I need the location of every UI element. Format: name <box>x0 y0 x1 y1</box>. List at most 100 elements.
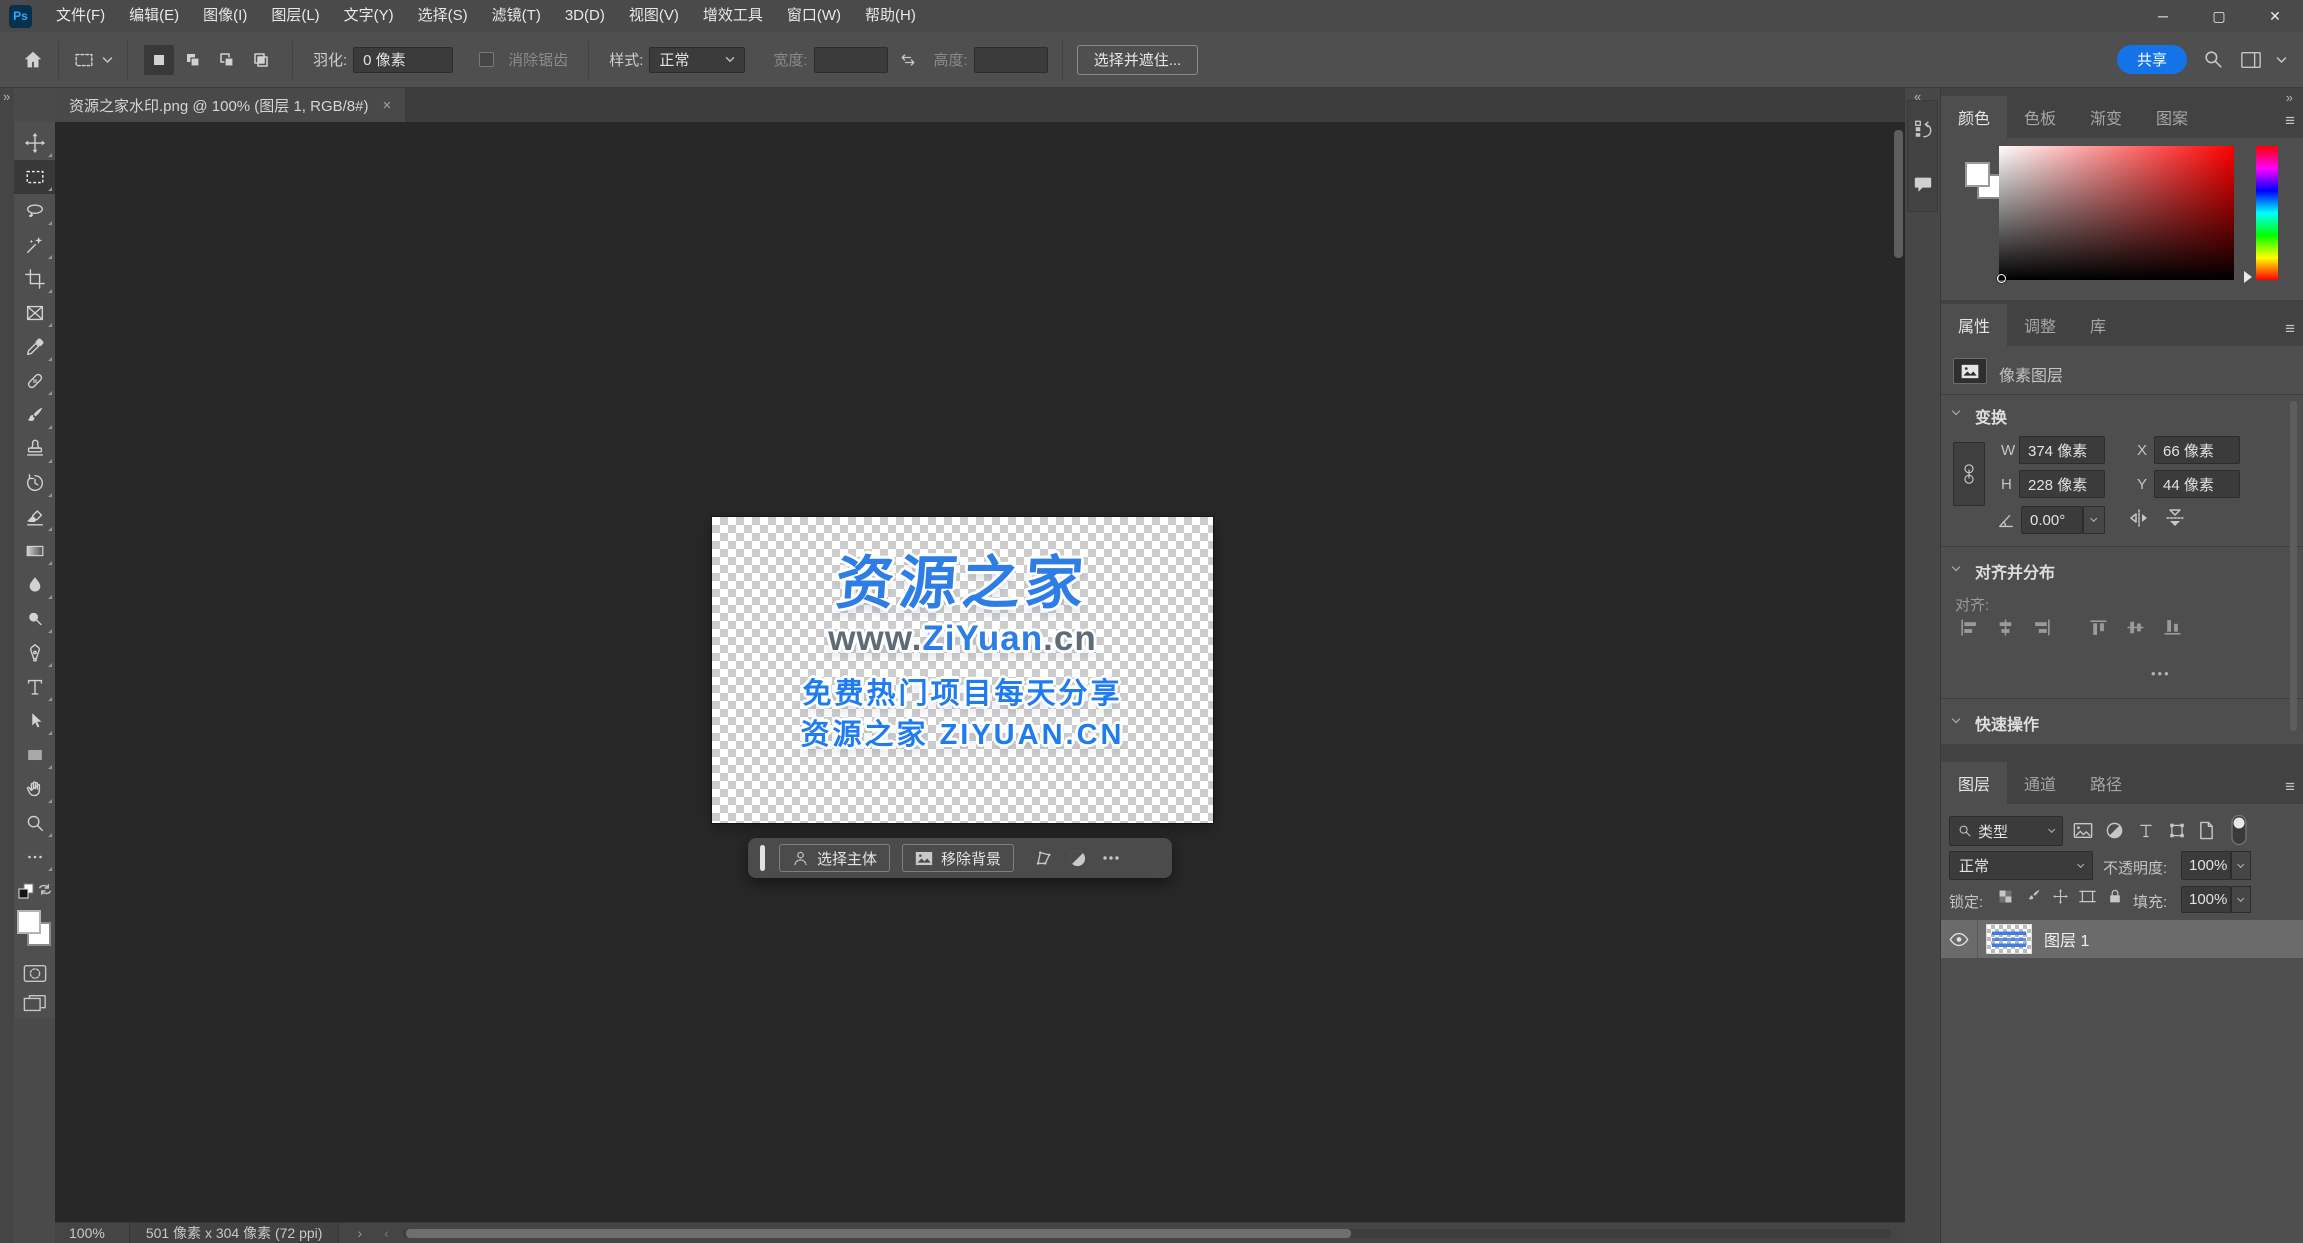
tab-color[interactable]: 颜色 <box>1941 96 2008 138</box>
tool-frame[interactable] <box>14 296 55 330</box>
lock-artboard-icon[interactable] <box>2079 888 2096 905</box>
menu-image[interactable]: 图像(I) <box>191 0 259 32</box>
color-saturation-brightness-field[interactable] <box>1997 146 2234 283</box>
chevron-down-icon[interactable] <box>2276 56 2287 64</box>
menu-layer[interactable]: 图层(L) <box>259 0 331 32</box>
align-center-vertical-icon[interactable] <box>2126 618 2145 637</box>
menu-file[interactable]: 文件(F) <box>44 0 117 32</box>
tool-path-selection[interactable] <box>14 704 55 738</box>
transform-warp-icon[interactable] <box>1026 844 1060 872</box>
align-top-icon[interactable] <box>2089 618 2108 637</box>
select-subject-button[interactable]: 选择主体 <box>779 844 891 872</box>
menu-select[interactable]: 选择(S) <box>406 0 480 32</box>
tool-preset-marquee-icon[interactable] <box>73 49 113 71</box>
tool-pen[interactable] <box>14 636 55 670</box>
taskbar-grip-handle[interactable] <box>760 845 765 871</box>
tab-swatches[interactable]: 色板 <box>2007 96 2074 138</box>
lock-all-icon[interactable] <box>2107 887 2123 905</box>
align-more-icon[interactable]: ••• <box>2151 666 2171 681</box>
y-value-input[interactable]: 44 像素 <box>2154 470 2240 498</box>
tool-object-selection[interactable] <box>14 228 55 262</box>
tab-patterns[interactable]: 图案 <box>2139 96 2206 138</box>
tab-layers[interactable]: 图层 <box>1941 762 2008 804</box>
tool-lasso[interactable] <box>14 194 55 228</box>
canvas-area[interactable]: 资源之家 www.ZiYuan.cn 免费热门项目每天分享 资源之家 ZIYUA… <box>55 122 1905 1222</box>
swap-colors-icon[interactable] <box>38 882 53 897</box>
link-dimensions-button[interactable] <box>1953 442 1985 506</box>
tab-libraries[interactable]: 库 <box>2073 304 2124 346</box>
status-chevron-icon[interactable]: › <box>357 1225 362 1241</box>
panel-menu-icon[interactable]: ≡ <box>2285 319 2295 339</box>
menu-window[interactable]: 窗口(W) <box>775 0 853 32</box>
align-bottom-icon[interactable] <box>2163 618 2182 637</box>
flip-horizontal-icon[interactable] <box>2129 508 2149 528</box>
filter-smart-objects-icon[interactable] <box>2198 821 2215 840</box>
align-center-horizontal-icon[interactable] <box>1996 618 2015 637</box>
fill-dropdown-button[interactable] <box>2231 886 2251 913</box>
tool-edit-toolbar[interactable] <box>14 840 55 874</box>
search-icon[interactable] <box>2203 49 2224 70</box>
menu-edit[interactable]: 编辑(E) <box>117 0 191 32</box>
tool-eyedropper[interactable] <box>14 330 55 364</box>
tool-move[interactable] <box>14 126 55 160</box>
hue-slider-thumb[interactable] <box>2244 271 2252 283</box>
scroll-left-icon[interactable]: ‹ <box>384 1225 389 1241</box>
maximize-button[interactable]: ▢ <box>2191 0 2247 32</box>
tool-crop[interactable] <box>14 262 55 296</box>
filter-type-layers-icon[interactable] <box>2137 822 2155 839</box>
blend-mode-dropdown[interactable]: 正常 <box>1949 851 2093 880</box>
tool-blur[interactable] <box>14 568 55 602</box>
properties-scrollbar[interactable] <box>2290 401 2297 731</box>
minimize-button[interactable]: ─ <box>2135 0 2191 32</box>
selection-mode-new-icon[interactable] <box>144 44 174 75</box>
lock-transparency-icon[interactable] <box>1997 888 2014 905</box>
align-right-icon[interactable] <box>2033 618 2052 637</box>
selection-mode-intersect-icon[interactable] <box>246 45 276 75</box>
screen-mode-button[interactable] <box>14 988 55 1018</box>
lock-position-icon[interactable] <box>2052 888 2069 905</box>
panel-menu-icon[interactable]: ≡ <box>2285 111 2295 131</box>
quick-actions-title[interactable]: 快速操作 <box>1975 711 2039 735</box>
layer-name[interactable]: 图层 1 <box>2044 927 2089 951</box>
width-input[interactable] <box>813 46 888 73</box>
comments-panel-icon[interactable] <box>1913 174 1933 194</box>
zoom-level[interactable]: 100% <box>69 1225 105 1241</box>
tool-zoom[interactable] <box>14 806 55 840</box>
tool-type[interactable] <box>14 670 55 704</box>
opacity-dropdown-button[interactable] <box>2231 851 2251 880</box>
menu-type[interactable]: 文字(Y) <box>332 0 406 32</box>
close-button[interactable]: ✕ <box>2247 0 2303 32</box>
width-value-input[interactable]: 374 像素 <box>2019 436 2105 464</box>
filter-adjustment-layers-icon[interactable] <box>2105 821 2124 840</box>
feather-input[interactable]: 0 像素 <box>353 46 454 73</box>
tab-paths[interactable]: 路径 <box>2073 762 2140 804</box>
angle-input[interactable]: 0.00° <box>2021 506 2083 534</box>
align-section-title[interactable]: 对齐并分布 <box>1975 559 2055 583</box>
menu-3d[interactable]: 3D(D) <box>553 0 617 32</box>
document-tab[interactable]: 资源之家水印.png @ 100% (图层 1, RGB/8#) × <box>55 88 406 122</box>
home-icon[interactable] <box>22 49 44 71</box>
layer-visibility-toggle[interactable] <box>1941 932 1977 947</box>
selection-mode-add-icon[interactable] <box>178 45 208 75</box>
adjustment-icon[interactable] <box>1060 844 1094 872</box>
height-value-input[interactable]: 228 像素 <box>2019 470 2105 498</box>
select-and-mask-button[interactable]: 选择并遮住... <box>1076 44 1199 75</box>
tool-rectangular-marquee[interactable] <box>14 160 55 194</box>
panel-menu-icon[interactable]: ≡ <box>2285 777 2295 797</box>
menu-view[interactable]: 视图(V) <box>617 0 691 32</box>
lock-pixels-icon[interactable] <box>2025 888 2042 905</box>
tab-channels[interactable]: 通道 <box>2007 762 2074 804</box>
foreground-color-swatch[interactable] <box>17 910 41 934</box>
collapse-quick-actions-icon[interactable] <box>1951 714 1961 724</box>
hue-slider[interactable] <box>2256 146 2278 280</box>
canvas-vertical-scrollbar[interactable] <box>1894 130 1903 258</box>
style-dropdown[interactable]: 正常 <box>649 46 746 73</box>
quick-mask-button[interactable] <box>14 958 55 988</box>
default-colors-icon[interactable] <box>17 882 35 900</box>
tool-dodge[interactable] <box>14 602 55 636</box>
tool-gradient[interactable] <box>14 534 55 568</box>
workspace-icon[interactable] <box>2240 50 2262 70</box>
remove-background-button[interactable]: 移除背景 <box>902 844 1015 872</box>
more-options-icon[interactable] <box>1094 844 1128 872</box>
filter-toggle-switch[interactable] <box>2229 814 2249 846</box>
